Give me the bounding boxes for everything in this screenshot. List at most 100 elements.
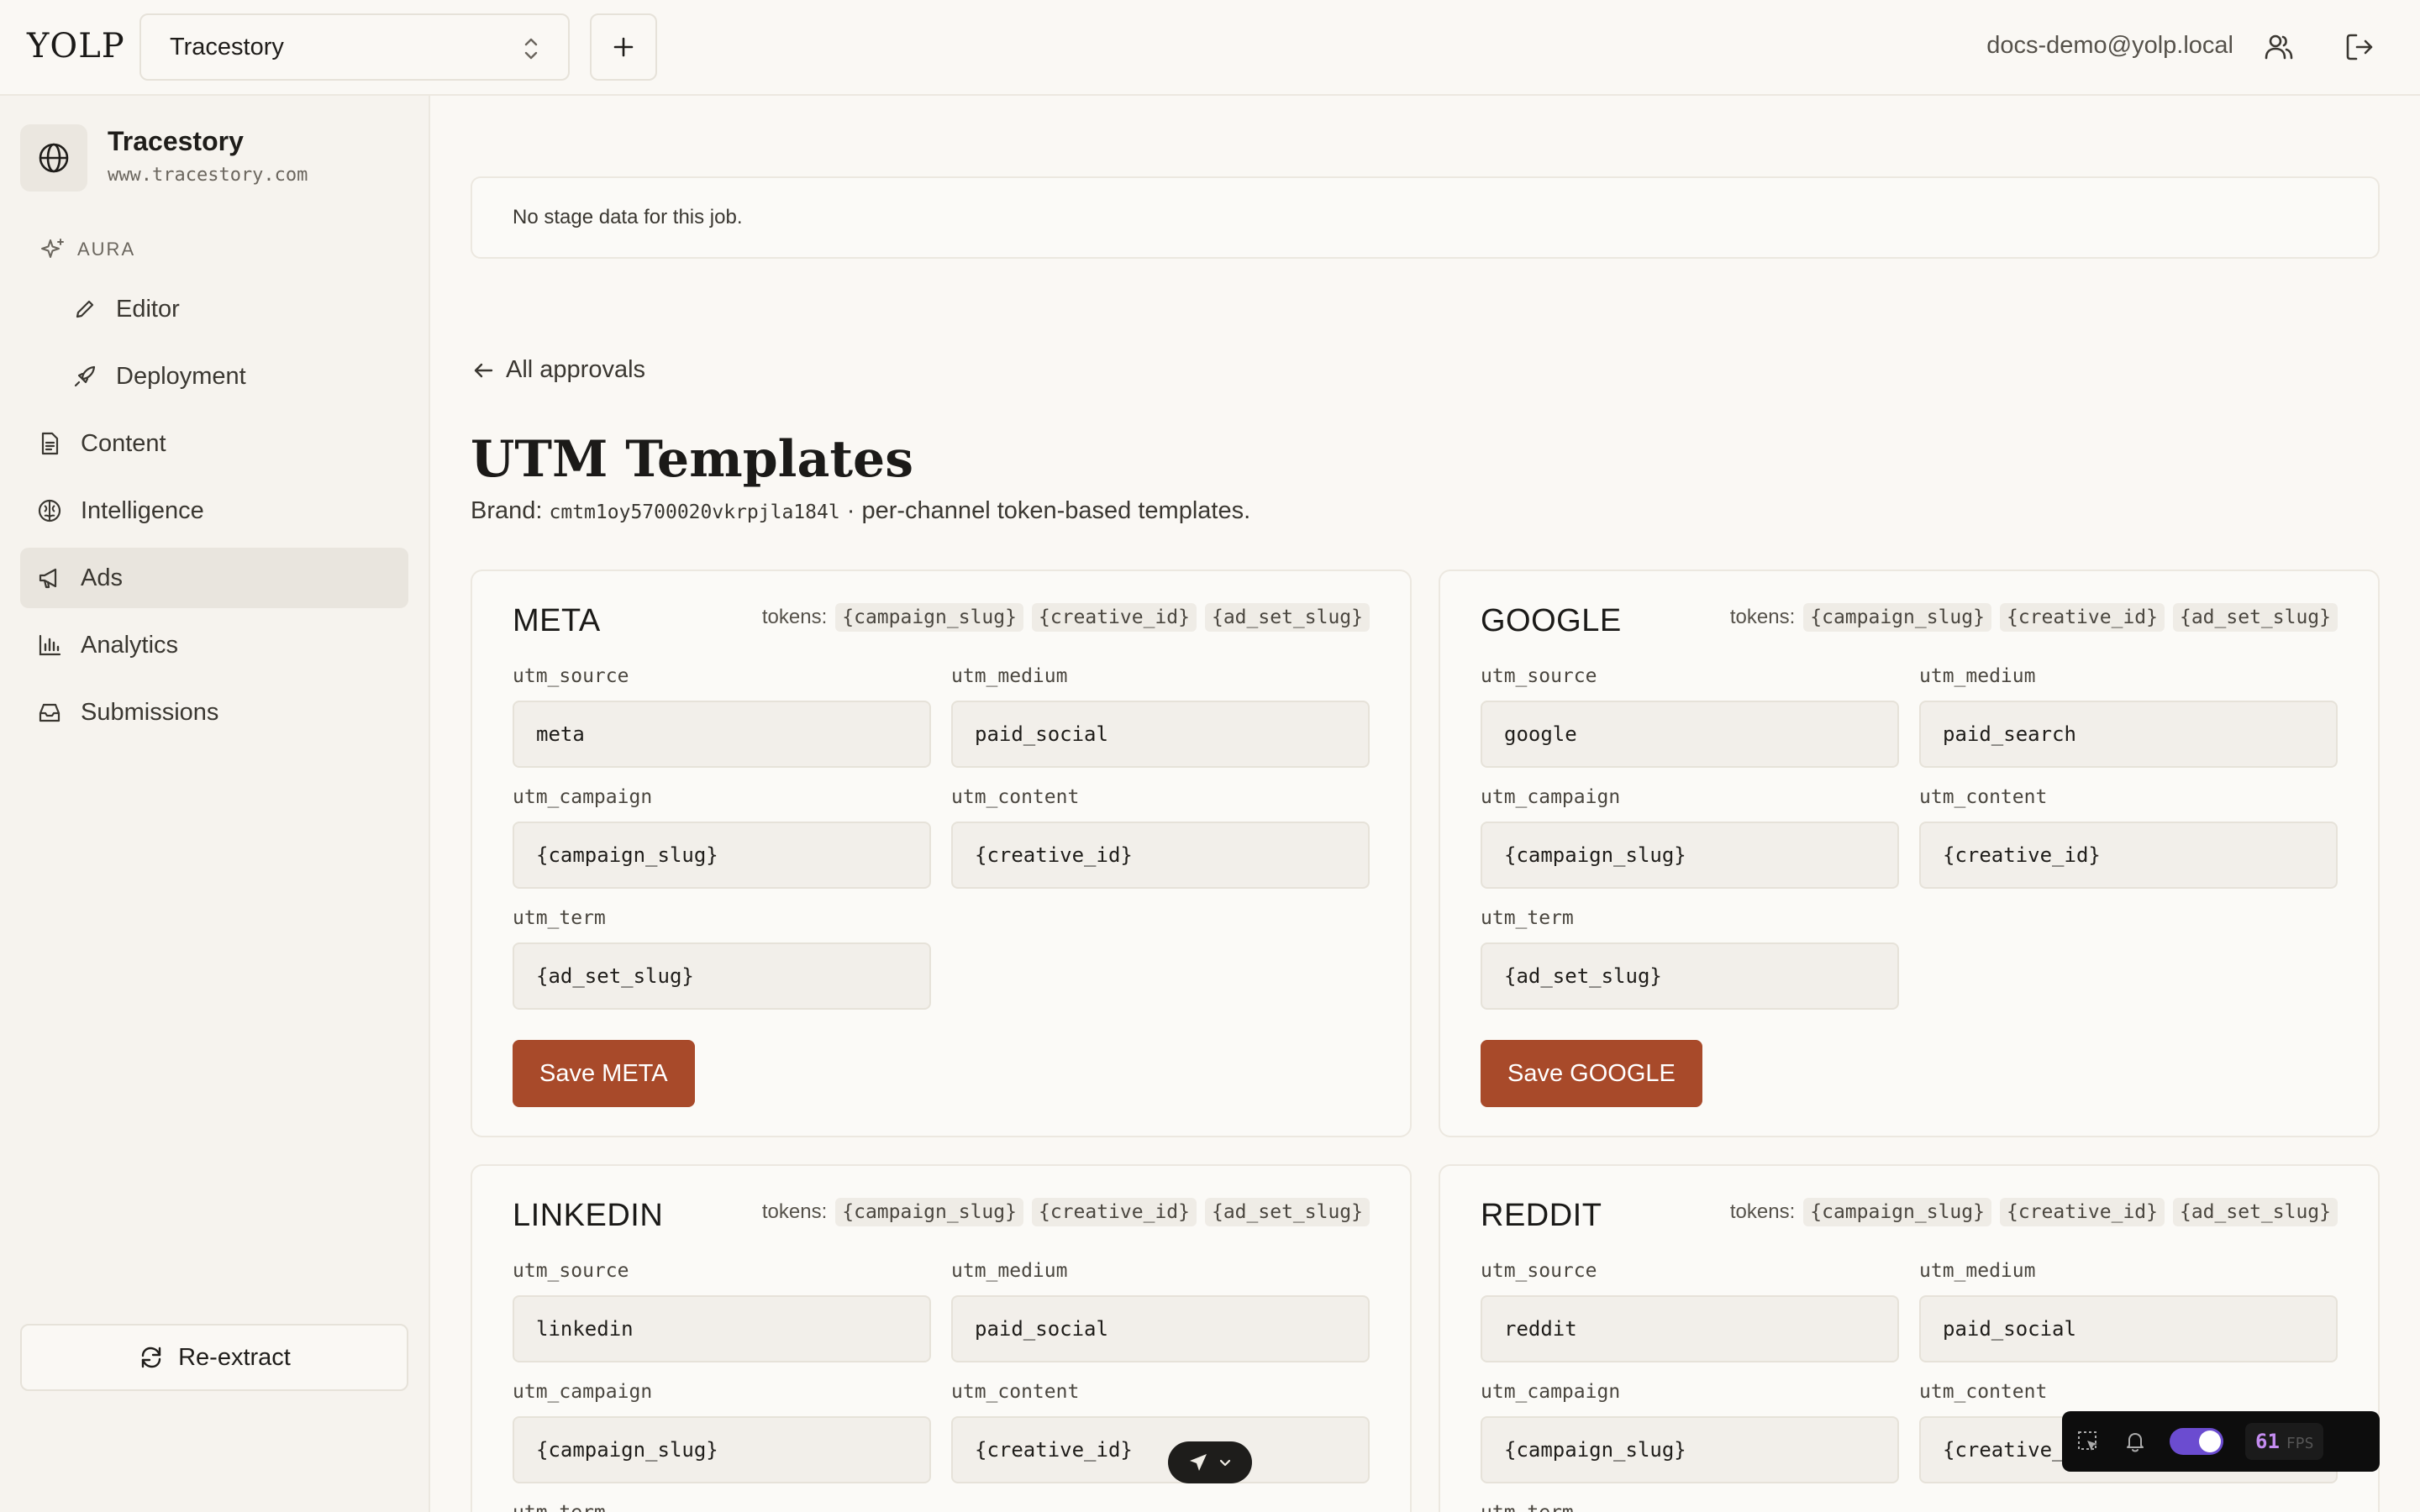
token-chip: {campaign_slug}: [1803, 603, 1991, 632]
utm-card-google: GOOGLE tokens: {campaign_slug} {creative…: [1439, 570, 2380, 1137]
pen-icon: [76, 300, 94, 318]
token-list: tokens: {campaign_slug} {creative_id} {a…: [1730, 603, 2338, 632]
brain-icon: [38, 499, 61, 522]
project-select-value: Tracestory: [170, 33, 284, 60]
card-title: LINKEDIN: [513, 1198, 664, 1233]
logo[interactable]: YOLP: [27, 27, 125, 66]
utm-term-label: utm_term: [513, 1502, 606, 1512]
utm-medium-label: utm_medium: [1919, 665, 2036, 687]
brand-name: Tracestory: [108, 126, 244, 156]
utm-campaign-label: utm_campaign: [513, 1381, 653, 1403]
brand-avatar: [20, 124, 87, 192]
card-title: GOOGLE: [1481, 603, 1622, 638]
utm-source-input[interactable]: google: [1481, 701, 1899, 768]
utm-medium-label: utm_medium: [1919, 1260, 2036, 1282]
utm-source-input[interactable]: reddit: [1481, 1295, 1899, 1362]
utm-source-label: utm_source: [1481, 1260, 1597, 1282]
add-project-button[interactable]: [590, 13, 657, 81]
plus-icon: [613, 37, 634, 57]
megaphone-icon: [39, 568, 57, 589]
page-subtitle: Brand: cmtm1oy5700020vkrpjla184l · per-c…: [471, 497, 1251, 524]
bell-icon[interactable]: [2123, 1429, 2148, 1454]
utm-content-input[interactable]: {creative_id}: [951, 1416, 1370, 1483]
chevron-down-icon: [1219, 1459, 1231, 1467]
token-chip: {creative_id}: [1031, 1198, 1197, 1226]
inbox-icon: [39, 703, 60, 722]
utm-term-label: utm_term: [1481, 1502, 1574, 1512]
utm-medium-label: utm_medium: [951, 665, 1068, 687]
fps-label: FPS: [2286, 1435, 2314, 1452]
utm-medium-input[interactable]: paid_search: [1919, 701, 2338, 768]
sidebar-item-analytics[interactable]: Analytics: [37, 615, 408, 675]
document-icon: [41, 432, 59, 455]
arrow-left-icon: [474, 363, 493, 377]
refresh-icon: [141, 1347, 161, 1368]
sidebar-item-content[interactable]: Content: [37, 413, 408, 474]
select-element-icon[interactable]: [2075, 1429, 2101, 1454]
section-label-aura: AURA: [40, 237, 135, 262]
save-google-button[interactable]: Save GOOGLE: [1481, 1040, 1702, 1107]
token-list: tokens: {campaign_slug} {creative_id} {a…: [762, 1198, 1370, 1226]
page-title: UTM Templates: [471, 430, 913, 489]
brand-id: cmtm1oy5700020vkrpjla184l: [549, 501, 840, 523]
utm-content-input[interactable]: {creative_id}: [1919, 822, 2338, 889]
re-extract-button[interactable]: Re-extract: [20, 1324, 408, 1391]
save-meta-button[interactable]: Save META: [513, 1040, 695, 1107]
utm-source-input[interactable]: meta: [513, 701, 931, 768]
utm-campaign-input[interactable]: {campaign_slug}: [513, 1416, 931, 1483]
utm-campaign-input[interactable]: {campaign_slug}: [513, 822, 931, 889]
token-chip: {ad_set_slug}: [2172, 603, 2338, 632]
fps-meter: 61 FPS: [2245, 1423, 2324, 1460]
token-chip: {creative_id}: [1999, 1198, 2165, 1226]
utm-term-input[interactable]: {ad_set_slug}: [513, 942, 931, 1010]
utm-content-label: utm_content: [951, 786, 1080, 808]
back-to-approvals-link[interactable]: All approvals: [471, 356, 645, 384]
bar-chart-icon: [39, 634, 61, 656]
utm-content-label: utm_content: [1919, 786, 2048, 808]
utm-card-linkedin: LINKEDIN tokens: {campaign_slug} {creati…: [471, 1164, 1412, 1512]
utm-campaign-label: utm_campaign: [513, 786, 653, 808]
send-icon: [1190, 1454, 1207, 1471]
utm-medium-input[interactable]: paid_social: [1919, 1295, 2338, 1362]
utm-campaign-label: utm_campaign: [1481, 1381, 1621, 1403]
utm-campaign-label: utm_campaign: [1481, 786, 1621, 808]
utm-campaign-input[interactable]: {campaign_slug}: [1481, 822, 1899, 889]
utm-source-input[interactable]: linkedin: [513, 1295, 931, 1362]
toolbar-toggle[interactable]: [2170, 1428, 2223, 1455]
token-chip: {ad_set_slug}: [1204, 603, 1370, 632]
utm-content-input[interactable]: {creative_id}: [951, 822, 1370, 889]
token-chip: {campaign_slug}: [835, 603, 1023, 632]
sidebar-item-submissions[interactable]: Submissions: [37, 682, 408, 743]
sidebar-item-ads[interactable]: Ads: [20, 548, 408, 608]
rocket-icon: [74, 365, 96, 387]
token-chip: {ad_set_slug}: [1204, 1198, 1370, 1226]
utm-medium-input[interactable]: paid_social: [951, 1295, 1370, 1362]
utm-source-label: utm_source: [513, 1260, 629, 1282]
token-chip: {ad_set_slug}: [2172, 1198, 2338, 1226]
sidebar-item-deployment[interactable]: Deployment: [72, 346, 408, 407]
token-chip: {campaign_slug}: [835, 1198, 1023, 1226]
fps-value: 61: [2255, 1430, 2280, 1453]
card-title: REDDIT: [1481, 1198, 1602, 1233]
token-chip: {campaign_slug}: [1803, 1198, 1991, 1226]
stage-message: No stage data for this job.: [513, 206, 743, 228]
sidebar-item-editor[interactable]: Editor: [72, 279, 408, 339]
project-select[interactable]: Tracestory: [139, 13, 570, 81]
sidebar-item-intelligence[interactable]: Intelligence: [37, 480, 408, 541]
utm-campaign-input[interactable]: {campaign_slug}: [1481, 1416, 1899, 1483]
card-title: META: [513, 603, 601, 638]
utm-term-label: utm_term: [513, 907, 606, 929]
token-list: tokens: {campaign_slug} {creative_id} {a…: [1730, 1198, 2338, 1226]
chevron-up-down-icon: [524, 38, 538, 60]
utm-medium-label: utm_medium: [951, 1260, 1068, 1282]
utm-source-label: utm_source: [513, 665, 629, 687]
utm-term-input[interactable]: {ad_set_slug}: [1481, 942, 1899, 1010]
users-icon[interactable]: [2262, 30, 2296, 64]
logout-icon[interactable]: [2343, 30, 2376, 64]
utm-card-meta: META tokens: {campaign_slug} {creative_i…: [471, 570, 1412, 1137]
utm-medium-input[interactable]: paid_social: [951, 701, 1370, 768]
token-chip: {creative_id}: [1999, 603, 2165, 632]
top-bar: YOLP Tracestory docs-demo@yolp.local: [0, 0, 2420, 96]
floating-send-menu[interactable]: [1168, 1441, 1252, 1483]
brand-url: www.tracestory.com: [108, 165, 308, 186]
